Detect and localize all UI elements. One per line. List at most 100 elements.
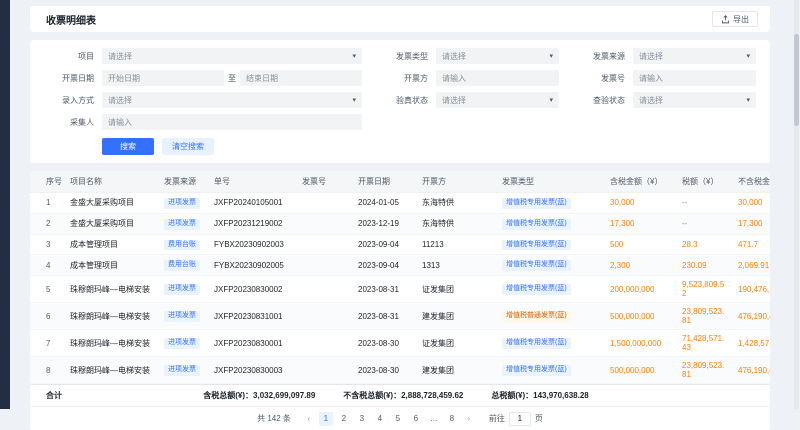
cell-tax: -- [676,193,732,214]
cell-amount: 500,000,000 [604,303,676,330]
cell-order_no: JXFP20230830002 [208,276,296,303]
cell-no: 6 [30,303,64,330]
filter-label: 发票来源 [575,51,625,62]
cell-date: 2023-08-30 [352,330,416,357]
cell-amount: 500,000,000 [604,357,676,384]
cell-issuer: 证发集团 [416,276,496,303]
cell-order_no: JXFP20230830001 [208,330,296,357]
cell-project: 珠穆朗玛峰—电梯安装 [64,330,158,357]
filter-field: 发票来源请选择▾ [575,48,756,64]
page-number-button[interactable]: 1 [319,412,333,426]
cell-tax: 28.3 [676,234,732,255]
table-scroll-area[interactable]: 序号项目名称发票来源单号发票号开票日期开票方发票类型含税金额（¥）税额（¥）不含… [30,171,770,384]
summary-total-excl-label: 不含税总额(¥)： [343,391,401,400]
cell-project: 成本管理项目 [64,234,158,255]
page-number-button[interactable]: 5 [391,412,405,426]
filter-input[interactable] [102,114,362,130]
cell-invoice_no [296,213,352,234]
source-tag: 进项发票 [164,365,200,376]
select-placeholder: 请选择 [639,95,746,106]
cell-date: 2023-08-30 [352,357,416,384]
export-button[interactable]: 导出 [712,11,758,27]
cell-issuer: 东海特供 [416,213,496,234]
cell-date: 2023-08-31 [352,276,416,303]
filter-label: 项目 [44,51,94,62]
filter-select[interactable]: 请选择▾ [102,48,362,64]
cell-source: 费用台账 [158,234,208,255]
goto-page-input[interactable] [509,412,531,426]
cell-invoice_no [296,276,352,303]
next-page-button[interactable]: › [463,414,475,423]
page-number-button[interactable]: 6 [409,412,423,426]
cell-amount_ex: 30,000 [732,193,770,214]
filter-select[interactable]: 请选择▾ [633,48,756,64]
filter-select[interactable]: 请选择▾ [633,92,756,108]
date-end-input[interactable] [240,70,362,86]
export-button-label: 导出 [733,14,749,25]
chevron-down-icon: ▾ [746,96,750,104]
summary-total-tax-label: 总税额(¥)： [491,391,533,400]
vertical-scrollbar[interactable] [794,0,799,409]
column-header: 发票来源 [158,171,208,193]
invoice-type-tag: 增值税专用发票(蓝) [502,338,571,349]
cell-no: 2 [30,213,64,234]
cell-amount: 500 [604,234,676,255]
invoice-table-card: 序号项目名称发票来源单号发票号开票日期开票方发票类型含税金额（¥）税额（¥）不含… [30,171,770,430]
cell-invoice_no [296,330,352,357]
invoice-type-tag: 增值税专用发票(蓝) [502,219,571,230]
filter-input[interactable] [633,70,756,86]
cell-order_no: JXFP20230831001 [208,303,296,330]
column-header: 发票号 [296,171,352,193]
pagination: 共 142 条 ‹ 123456...8 › 前往 页 [30,406,770,430]
filter-field: 查验状态请选择▾ [575,92,756,108]
filter-grid: 项目请选择▾发票类型请选择▾发票来源请选择▾开票日期至开票方发票号录入方式请选择… [44,48,756,130]
cell-source: 进项发票 [158,213,208,234]
cell-no: 1 [30,193,64,214]
cell-source: 进项发票 [158,330,208,357]
clear-search-button[interactable]: 清空搜索 [162,138,214,155]
cell-source: 进项发票 [158,193,208,214]
cell-order_no: JXFP20230830003 [208,357,296,384]
cell-source: 费用台账 [158,255,208,276]
column-header: 含税金额（¥） [604,171,676,193]
page-number-button[interactable]: 4 [373,412,387,426]
column-header: 税额（¥） [676,171,732,193]
cell-amount_ex: 1,428,571,428.57 [732,330,770,357]
cell-tax: 230.09 [676,255,732,276]
table-header-row: 序号项目名称发票来源单号发票号开票日期开票方发票类型含税金额（¥）税额（¥）不含… [30,171,770,193]
cell-invoice_no [296,303,352,330]
scrollbar-thumb[interactable] [794,34,799,126]
cell-invoice_no [296,255,352,276]
invoice-type-tag: 增值税专用发票(蓝) [502,240,571,251]
filter-label: 录入方式 [44,95,94,106]
cell-project: 珠穆朗玛峰—电梯安装 [64,303,158,330]
filter-panel: 项目请选择▾发票类型请选择▾发票来源请选择▾开票日期至开票方发票号录入方式请选择… [30,40,770,163]
cell-no: 8 [30,357,64,384]
cell-type: 增值税专用发票(蓝) [496,193,604,214]
cell-tax: -- [676,213,732,234]
column-header: 开票日期 [352,171,416,193]
invoice-table: 序号项目名称发票来源单号发票号开票日期开票方发票类型含税金额（¥）税额（¥）不含… [30,171,770,384]
filter-label: 采集人 [44,117,94,128]
filter-input[interactable] [436,70,559,86]
table-row: 2金盛大厦采购项目进项发票JXFP202312190022023-12-19东海… [30,213,770,234]
source-tag: 进项发票 [164,311,200,322]
search-button[interactable]: 搜索 [102,138,154,155]
goto-suffix: 页 [535,413,543,424]
filter-select[interactable]: 请选择▾ [102,92,362,108]
prev-page-button[interactable]: ‹ [303,414,315,423]
page-number-button[interactable]: 8 [445,412,459,426]
filter-select[interactable]: 请选择▾ [436,92,559,108]
cell-type: 增值税专用发票(蓝) [496,255,604,276]
filter-select[interactable]: 请选择▾ [436,48,559,64]
source-tag: 进项发票 [164,219,200,230]
select-placeholder: 请选择 [639,51,746,62]
filter-label: 发票类型 [378,51,428,62]
cell-issuer: 证发集团 [416,330,496,357]
cell-invoice_no [296,357,352,384]
date-start-input[interactable] [102,70,224,86]
source-tag: 进项发票 [164,338,200,349]
page-number-button[interactable]: 2 [337,412,351,426]
page-number-button[interactable]: 3 [355,412,369,426]
date-range-separator: 至 [228,73,236,84]
